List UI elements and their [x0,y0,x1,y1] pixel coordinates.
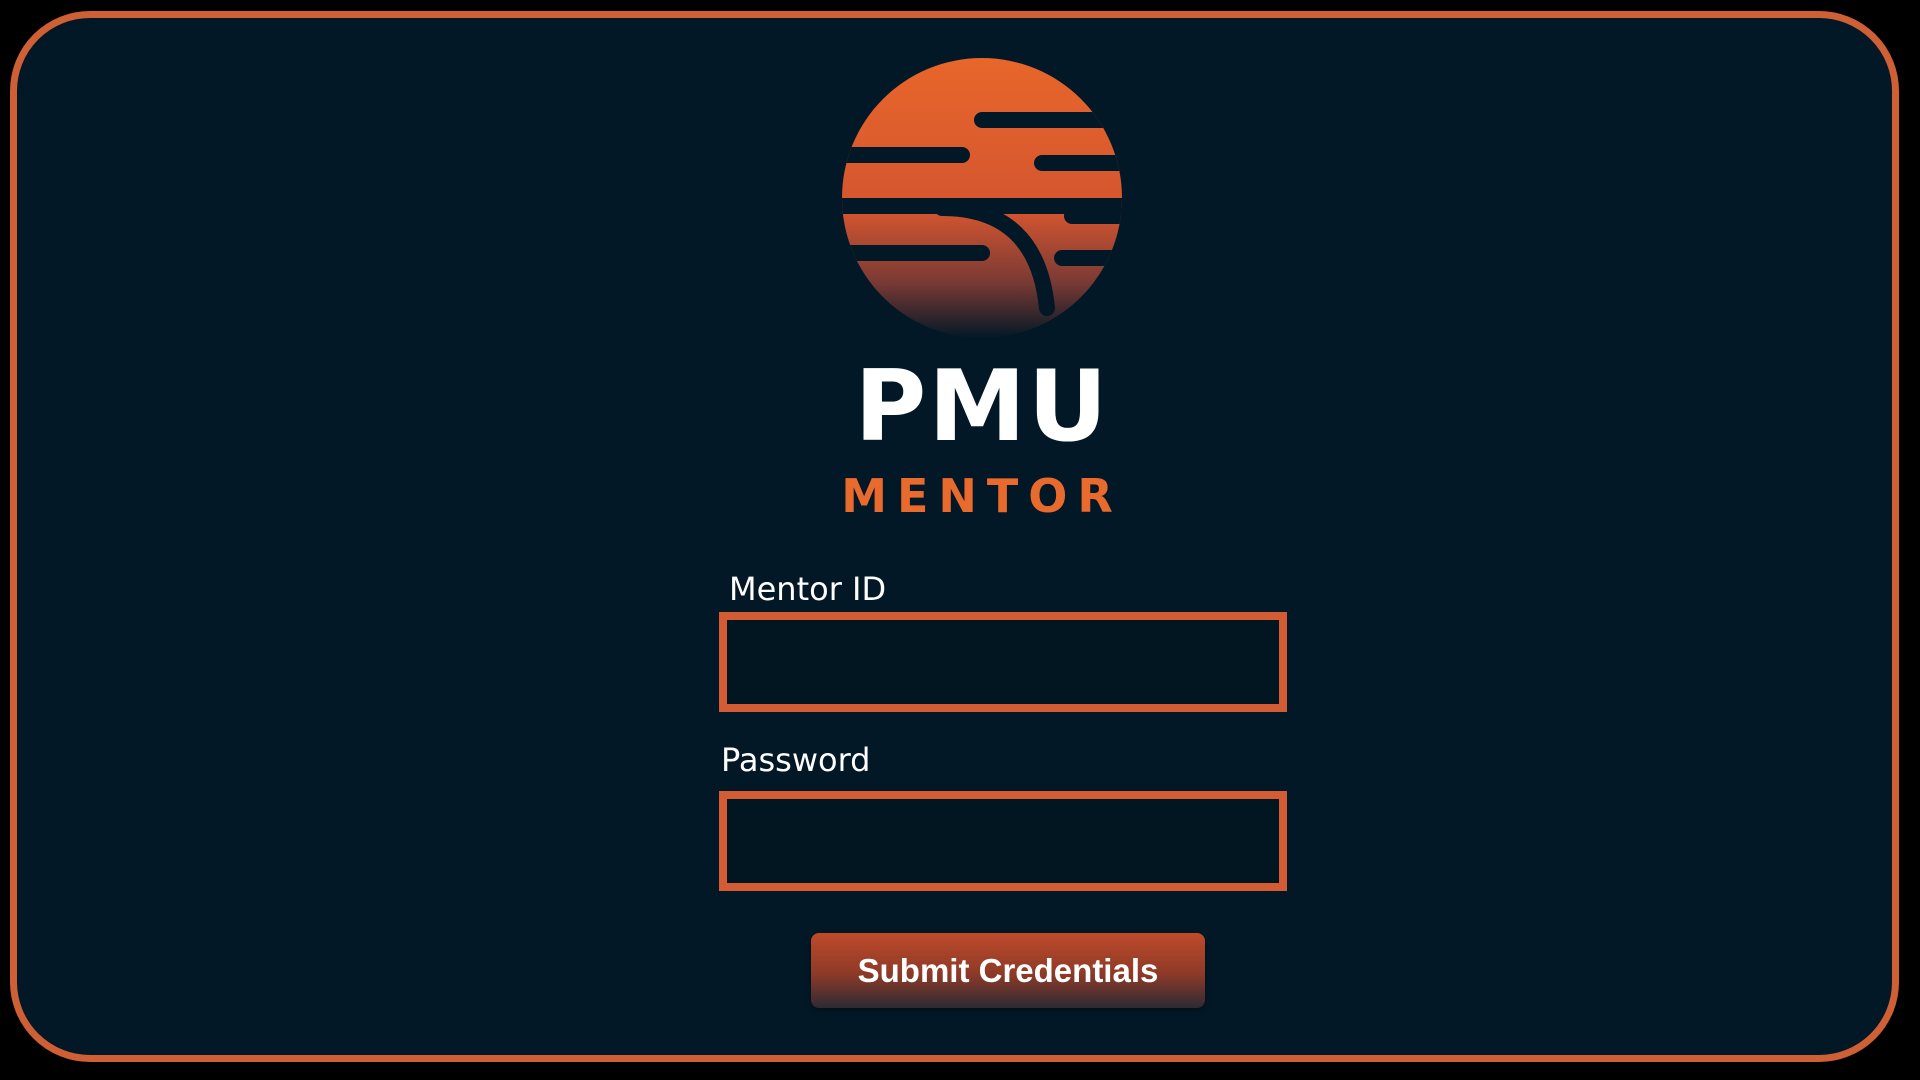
brand-name-secondary: MENTOR [841,469,1123,523]
submit-credentials-button[interactable]: Submit Credentials [811,933,1205,1008]
mentor-id-input[interactable] [719,612,1287,712]
password-input[interactable] [719,791,1287,891]
mentor-id-label: Mentor ID [729,570,887,608]
brand-name-primary: PMU [854,350,1110,464]
sun-stripes-logo-icon [842,58,1122,338]
password-label: Password [721,741,871,779]
app-frame: PMU MENTOR Mentor ID Password Submit Cre… [10,11,1899,1062]
